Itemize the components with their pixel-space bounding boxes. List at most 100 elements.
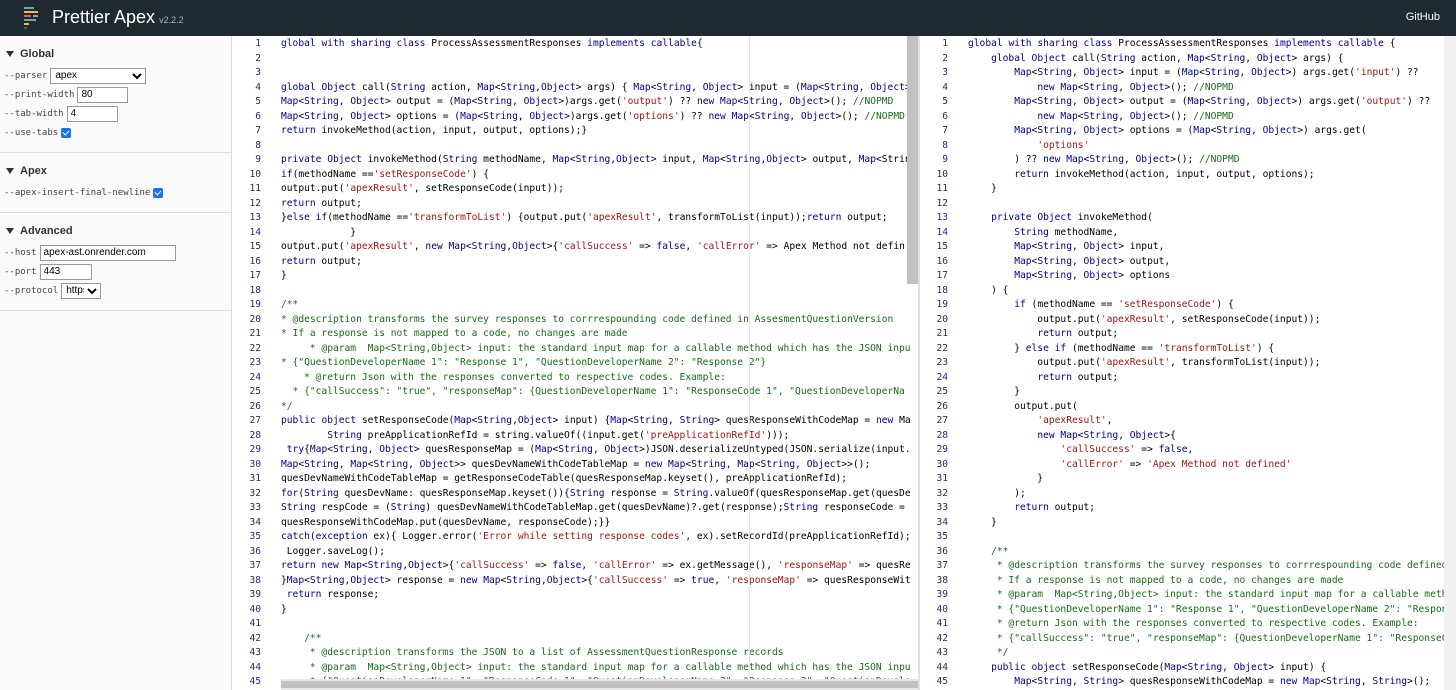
- code-line: 3: [233, 66, 911, 81]
- line-number: 12: [249, 197, 261, 209]
- code-line: 8: [233, 139, 911, 154]
- code-line: 14 String methodName,: [920, 226, 1453, 241]
- tab-width-input[interactable]: [66, 105, 118, 122]
- code-line: 9 ) ?? new Map<String, Object>(); //NOPM…: [920, 153, 1453, 168]
- line-number: 38: [249, 574, 261, 586]
- line-number: 3: [255, 67, 261, 78]
- line-number: 32: [249, 487, 261, 499]
- code-line: 39 * @param Map<String,Object> input: th…: [920, 588, 1453, 603]
- global-section-header[interactable]: Global: [0, 44, 231, 66]
- code-line: 16 return output;: [233, 255, 911, 270]
- line-source: [261, 284, 281, 299]
- code-line: 44 * @param Map<String,Object> input: th…: [233, 661, 911, 676]
- line-source: Map<String, Object> options: [1014, 270, 1171, 281]
- code-line: 4 new Map<String, Object>(); //NOPMD: [920, 81, 1453, 96]
- line-source: 'callSuccess' => false,: [1060, 444, 1194, 455]
- code-line: 35 catch(exception ex){ Logger.error('Err…: [233, 530, 911, 545]
- line-number: 42: [936, 632, 948, 644]
- line-source: return output;: [1014, 502, 1096, 513]
- line-number: 4: [942, 81, 948, 93]
- line-number: 35: [936, 531, 948, 542]
- use-tabs-checkbox[interactable]: [61, 127, 72, 138]
- code-line: 29 'callSuccess' => false,: [920, 443, 1453, 458]
- line-source: String respCode = (String) quesDevNameWi…: [281, 502, 905, 513]
- line-source: /**: [281, 632, 322, 644]
- line-source: global Object call(String action, Map<St…: [991, 52, 1344, 64]
- line-source: Map<String, Object> input = (Map<String,…: [1014, 67, 1419, 78]
- line-number: 3: [942, 67, 948, 78]
- github-link[interactable]: GitHub: [1406, 11, 1440, 23]
- input-editor[interactable]: 1 global with sharing class ProcessAssess…: [233, 36, 919, 690]
- line-source: return output;: [1037, 371, 1119, 383]
- line-source: Map<String, Object> options = (Map<Strin…: [1014, 125, 1367, 136]
- line-source: Map<String, Object> output = (Map<String…: [281, 96, 894, 107]
- line-source: return output;: [281, 197, 362, 209]
- port-input[interactable]: [39, 263, 92, 280]
- line-source: 'callError' => 'Apex Method not defined': [1060, 458, 1292, 470]
- apex-section-header[interactable]: Apex: [0, 161, 231, 183]
- output-vertical-scrollbar[interactable]: [1444, 36, 1456, 690]
- tab-width-option: --tab-width: [0, 104, 231, 123]
- code-line: 36 /**: [920, 545, 1453, 560]
- protocol-option: --protocol https: [0, 281, 231, 300]
- line-number: 41: [249, 618, 261, 629]
- line-number: 31: [249, 473, 261, 484]
- line-source: global with sharing class ProcessAssessm…: [281, 38, 703, 49]
- input-vertical-scrollbar[interactable]: [907, 36, 918, 284]
- line-number: 6: [942, 110, 948, 122]
- line-number: 1: [942, 38, 948, 49]
- code-line: 43 */: [920, 646, 1453, 661]
- line-number: 13: [249, 212, 261, 223]
- code-line: 30 'callError' => 'Apex Method not defin…: [920, 458, 1453, 473]
- print-width-input[interactable]: [77, 86, 129, 103]
- line-source: for(String quesDevName: quesResponseMap.…: [281, 487, 911, 499]
- line-number: 16: [249, 255, 261, 267]
- line-source: output.put('apexResult', setResponseCode…: [968, 313, 1321, 325]
- code-line: 11 }: [920, 182, 1453, 197]
- code-line: 5 Map<String, Object> output = (Map<Stri…: [920, 95, 1453, 110]
- line-source: }: [281, 270, 287, 281]
- input-horizontal-scroll-thumb[interactable]: [281, 681, 921, 688]
- insert-final-newline-checkbox[interactable]: [153, 187, 164, 198]
- line-source: new Map<String, Object>(); //NOPMD: [1037, 110, 1234, 122]
- protocol-select[interactable]: https: [61, 282, 102, 299]
- line-source: [261, 52, 281, 67]
- line-source: global Object call(String action, Map<St…: [281, 81, 911, 93]
- line-number: 9: [255, 154, 261, 165]
- code-line: 18: [233, 284, 911, 299]
- host-input[interactable]: [39, 244, 176, 261]
- line-number: 24: [249, 371, 261, 383]
- line-source: }: [968, 516, 997, 528]
- line-source: [261, 139, 281, 154]
- options-sidebar: Global --parser apex --print-width --tab…: [0, 36, 232, 690]
- line-source: [948, 197, 968, 212]
- app-version: v2.2.2: [159, 15, 184, 25]
- advanced-section-header[interactable]: Advanced: [0, 221, 231, 243]
- line-number: 10: [249, 168, 261, 180]
- line-source: output.put('apexResult', setResponseCode…: [281, 183, 565, 194]
- code-line: 34 }: [920, 516, 1453, 531]
- line-number: 26: [249, 400, 261, 412]
- app-title-text: Prettier Apex: [52, 7, 156, 27]
- line-source: * {"QuestionDeveloperName 1": "Response …: [281, 357, 767, 368]
- line-source: private Object invokeMethod(: [991, 212, 1153, 223]
- line-source: output.put('apexResult', transformToList…: [968, 357, 1321, 368]
- parser-option: --parser apex: [0, 66, 231, 85]
- line-number: 29: [249, 444, 261, 455]
- code-line: 6 Map<String, Object> options = (Map<Stri…: [233, 110, 911, 125]
- code-line: 24 * @return Json with the responses con…: [233, 371, 911, 386]
- code-line: 15 Map<String, Object> input,: [920, 240, 1453, 255]
- code-line: 3 Map<String, Object> input = (Map<Strin…: [920, 66, 1453, 81]
- parser-select[interactable]: apex: [50, 67, 147, 84]
- code-line: 9 private Object invokeMethod(String meth…: [233, 153, 911, 168]
- input-horizontal-scrollbar[interactable]: [281, 679, 921, 690]
- line-number: 20: [936, 313, 948, 325]
- code-line: 25 }: [920, 385, 1453, 400]
- line-number: 40: [249, 603, 261, 615]
- line-source: return output;: [1037, 328, 1119, 339]
- collapse-triangle-icon: [6, 168, 14, 174]
- code-line: 43 * @description transforms the JSON to…: [233, 646, 911, 661]
- code-line: 11 output.put('apexResult', setResponseCo…: [233, 182, 911, 197]
- code-line: 1 global with sharing class ProcessAssess…: [233, 37, 911, 52]
- code-line: 41: [233, 617, 911, 632]
